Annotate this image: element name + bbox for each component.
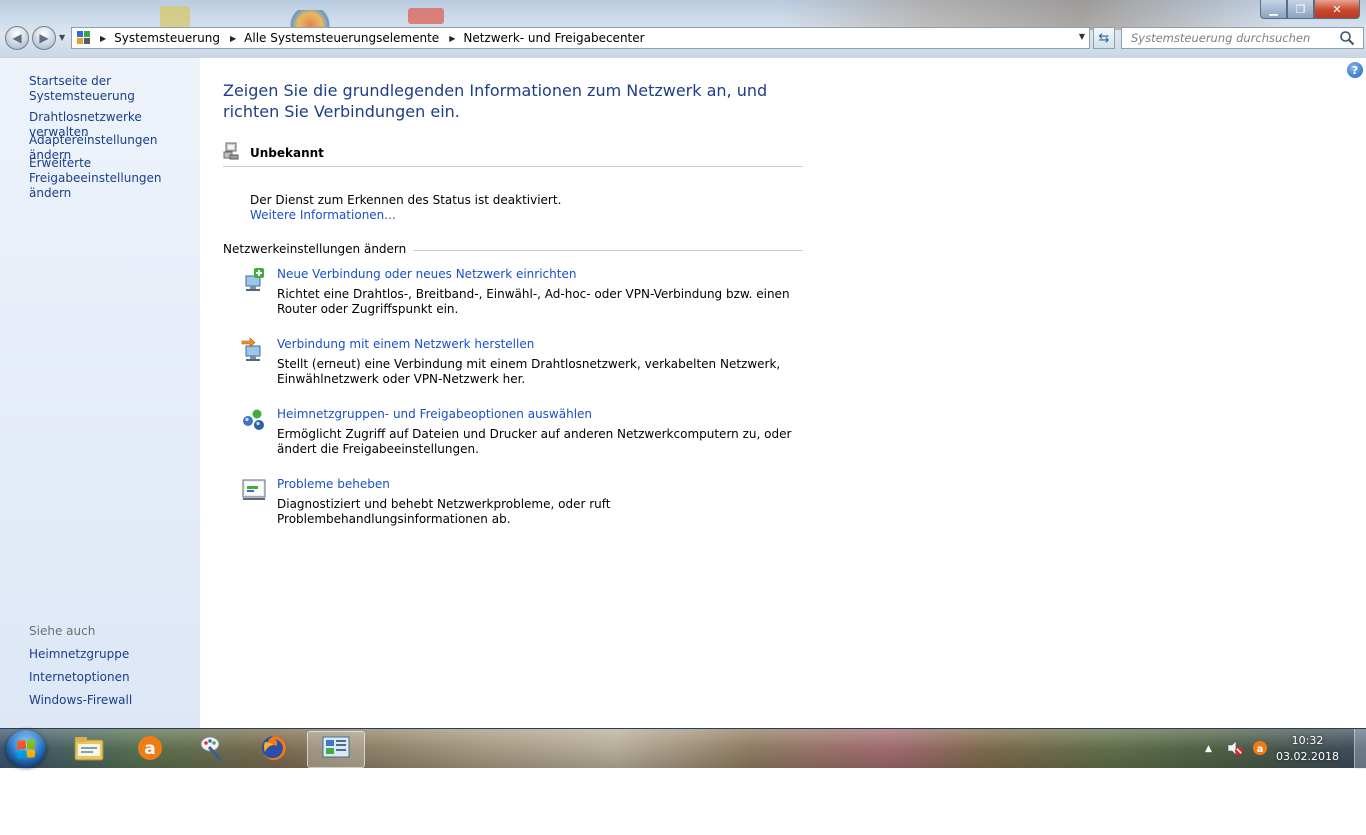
avast-icon: a	[135, 733, 165, 766]
sidebar-link-sharing[interactable]: Erweiterte Freigabeeinstellungen ändern	[29, 156, 194, 201]
breadcrumb-systemsteuerung[interactable]: Systemsteuerung ▶	[114, 31, 244, 45]
window-titlebar: ▁ ❐ ✕ ◀ ▶ ▼ ▶ Systemsteuerung ▶ Alle Syst…	[0, 0, 1366, 58]
task-connect-network-description: Stellt (erneut) eine Verbindung mit eine…	[277, 357, 781, 386]
task-homegroup-description: Ermöglicht Zugriff auf Dateien und Druck…	[277, 427, 792, 456]
breadcrumb-label: Netzwerk- und Freigabecenter	[463, 31, 645, 45]
sidebar-link-home[interactable]: Startseite der Systemsteuerung	[29, 74, 200, 104]
breadcrumb-alle-elemente[interactable]: Alle Systemsteuerungselemente ▶	[244, 31, 463, 45]
see-also-label: Siehe auch	[29, 624, 96, 638]
task-troubleshoot-link[interactable]: Probleme beheben	[277, 477, 390, 491]
explorer-icon	[73, 734, 105, 765]
unknown-network-icon	[223, 142, 239, 160]
search-icon[interactable]	[1339, 30, 1355, 46]
refresh-icon: ⇆	[1098, 30, 1110, 46]
firefox-icon	[259, 733, 289, 766]
windows-logo-icon	[17, 739, 35, 759]
task-new-connection-description: Richtet eine Drahtlos-, Breitband-, Einw…	[277, 287, 790, 316]
page-title: Zeigen Sie die grundlegenden Information…	[223, 81, 768, 121]
breadcrumb-separator[interactable]: ▶	[98, 34, 114, 43]
taskbar-explorer[interactable]	[60, 731, 118, 768]
svg-text:a: a	[1257, 744, 1264, 755]
troubleshoot-icon	[240, 477, 268, 503]
window-controls: ▁ ❐ ✕	[1260, 0, 1360, 20]
sidebar: Startseite der Systemsteuerung Drahtlosn…	[0, 58, 200, 728]
avast-tray-icon: a	[1252, 740, 1268, 759]
address-bar[interactable]: ▶ Systemsteuerung ▶ Alle Systemsteuerungs…	[71, 27, 1090, 49]
clock-date: 03.02.2018	[1276, 750, 1339, 763]
start-button[interactable]	[6, 730, 46, 768]
network-status-label: Unbekannt	[250, 146, 324, 160]
network-status-header: Unbekannt	[223, 142, 803, 167]
breadcrumb-label: Systemsteuerung	[114, 31, 220, 45]
clock-time: 10:32	[1291, 734, 1324, 747]
new-connection-icon	[240, 267, 268, 293]
volume-muted-icon	[1226, 739, 1244, 759]
show-desktop-button[interactable]	[1354, 729, 1366, 769]
task-homegroup-link[interactable]: Heimnetzgruppen- und Freigabeoptionen au…	[277, 407, 592, 421]
forward-arrow-icon: ▶	[39, 31, 49, 45]
address-dropdown-icon[interactable]: ▼	[1079, 32, 1085, 41]
chevron-up-icon: ▲	[1205, 744, 1212, 754]
search-input[interactable]	[1122, 31, 1337, 45]
sidebar-link-firewall[interactable]: Windows-Firewall	[29, 693, 132, 708]
close-button[interactable]: ✕	[1314, 0, 1360, 19]
system-clock[interactable]: 10:32 03.02.2018	[1276, 733, 1339, 765]
status-message: Der Dienst zum Erkennen des Status ist d…	[250, 193, 562, 207]
wallpaper-fragment	[160, 6, 190, 28]
breadcrumb-netzwerk-freigabecenter[interactable]: Netzwerk- und Freigabecenter	[463, 31, 644, 45]
more-info-link[interactable]: Weitere Informationen...	[250, 208, 396, 222]
control-panel-icon	[76, 31, 92, 45]
tray-avast[interactable]: a	[1252, 729, 1268, 769]
help-icon[interactable]: ?	[1347, 62, 1363, 78]
section-heading: Netzwerkeinstellungen ändern	[223, 242, 803, 256]
taskbar-firefox[interactable]	[245, 731, 303, 768]
search-box[interactable]	[1121, 27, 1364, 49]
maximize-button[interactable]: ❐	[1287, 0, 1314, 19]
back-arrow-icon: ◀	[12, 31, 22, 45]
breadcrumb-label: Alle Systemsteuerungselemente	[244, 31, 440, 45]
back-button[interactable]: ◀	[5, 26, 29, 50]
svg-text:a: a	[144, 739, 155, 759]
sidebar-link-internet-options[interactable]: Internetoptionen	[29, 670, 130, 685]
refresh-button[interactable]: ⇆	[1093, 27, 1115, 49]
control-panel-icon	[321, 735, 351, 764]
taskbar: a ▲ a 10:32 03.02.2018	[0, 728, 1366, 769]
section-heading-label: Netzwerkeinstellungen ändern	[223, 242, 414, 256]
minimize-button[interactable]: ▁	[1260, 0, 1287, 19]
task-troubleshoot-description: Diagnostiziert und behebt Netzwerkproble…	[277, 497, 611, 526]
tray-overflow[interactable]: ▲	[1205, 729, 1212, 769]
connect-network-icon	[240, 337, 268, 363]
task-new-connection-link[interactable]: Neue Verbindung oder neues Netzwerk einr…	[277, 267, 576, 281]
homegroup-icon	[240, 407, 268, 433]
recent-pages-dropdown[interactable]: ▼	[59, 33, 65, 42]
taskbar-avast[interactable]: a	[121, 731, 179, 768]
sidebar-link-homegroup[interactable]: Heimnetzgruppe	[29, 647, 129, 662]
taskbar-control-panel[interactable]	[307, 731, 365, 768]
task-connect-network-link[interactable]: Verbindung mit einem Netzwerk herstellen	[277, 337, 534, 351]
tray-volume[interactable]	[1226, 729, 1244, 769]
forward-button[interactable]: ▶	[32, 26, 56, 50]
taskbar-paint-tool[interactable]	[183, 731, 241, 768]
paint-tool-icon	[197, 733, 227, 766]
wallpaper-fragment	[408, 8, 444, 24]
wallpaper-fragment	[780, 0, 1280, 30]
